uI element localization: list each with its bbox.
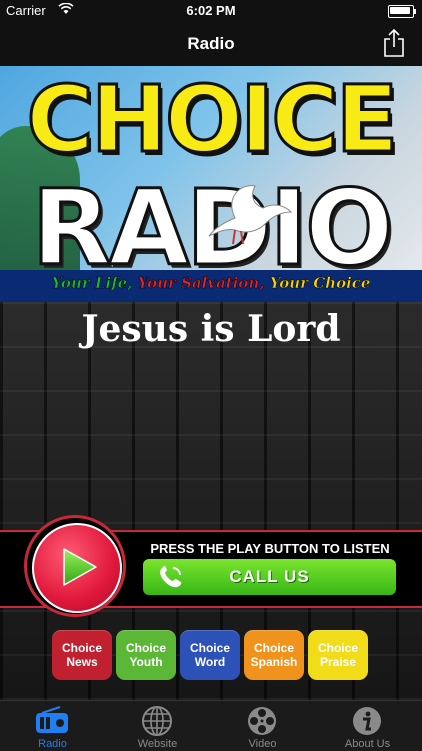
choice-radio-banner: CHOICE RADIO: [0, 66, 422, 302]
headline: Jesus is Lord: [81, 308, 341, 350]
tile-line2: Praise: [319, 655, 356, 669]
info-icon: [349, 705, 385, 737]
film-reel-icon: [244, 705, 280, 737]
banner-tagline: Your Life, Your Salvation, Your Choice: [0, 274, 422, 293]
tile-choice-spanish[interactable]: Choice Spanish: [244, 630, 304, 680]
tile-choice-praise[interactable]: Choice Praise: [308, 630, 368, 680]
radio-icon: [34, 705, 70, 737]
tile-line1: Choice: [317, 641, 358, 655]
tagline-part-1: Your Life,: [51, 274, 133, 293]
tab-label: Radio: [38, 738, 67, 750]
tile-line2: Word: [194, 655, 226, 669]
tile-choice-word[interactable]: Choice Word: [180, 630, 240, 680]
dove-icon: [205, 178, 293, 248]
tab-label: About Us: [344, 738, 391, 750]
tab-about-us[interactable]: About Us: [315, 703, 420, 751]
tile-choice-news[interactable]: Choice News: [52, 630, 112, 680]
tab-radio[interactable]: Radio: [0, 703, 105, 751]
call-us-button[interactable]: CALL US: [143, 559, 396, 595]
tile-line1: Choice: [61, 641, 102, 655]
page-title: Radio: [187, 34, 235, 53]
tab-website[interactable]: Website: [105, 703, 210, 751]
share-icon[interactable]: [382, 28, 406, 58]
tile-line2: News: [66, 655, 98, 669]
listen-instruction: PRESS THE PLAY BUTTON TO LISTEN: [150, 541, 390, 556]
globe-icon: [139, 705, 175, 737]
banner-logo-choice: CHOICE: [25, 66, 400, 173]
tile-line1: Choice: [189, 641, 230, 655]
tile-choice-youth[interactable]: Choice Youth: [116, 630, 176, 680]
tab-bar: Radio Website Video About Us: [0, 700, 422, 751]
tab-video[interactable]: Video: [210, 703, 315, 751]
play-icon: [63, 548, 97, 586]
tile-line1: Choice: [125, 641, 166, 655]
category-tiles: Choice News Choice Youth Choice Word Choice…: [52, 630, 372, 682]
battery-icon: [388, 5, 416, 18]
tagline-part-2: Your Salvation,: [137, 274, 265, 293]
play-button[interactable]: [32, 523, 122, 613]
tile-line2: Spanish: [250, 655, 298, 669]
navigation-bar: Radio: [0, 22, 422, 66]
tagline-part-3: Your Choice: [269, 274, 371, 293]
tab-label: Video: [248, 738, 277, 750]
tile-line1: Choice: [253, 641, 294, 655]
call-us-label: CALL US: [229, 567, 310, 586]
clock: 6:02 PM: [186, 3, 236, 18]
tab-label: Website: [137, 738, 178, 750]
tile-line2: Youth: [129, 655, 163, 669]
status-bar: Carrier 6:02 PM: [0, 0, 422, 22]
